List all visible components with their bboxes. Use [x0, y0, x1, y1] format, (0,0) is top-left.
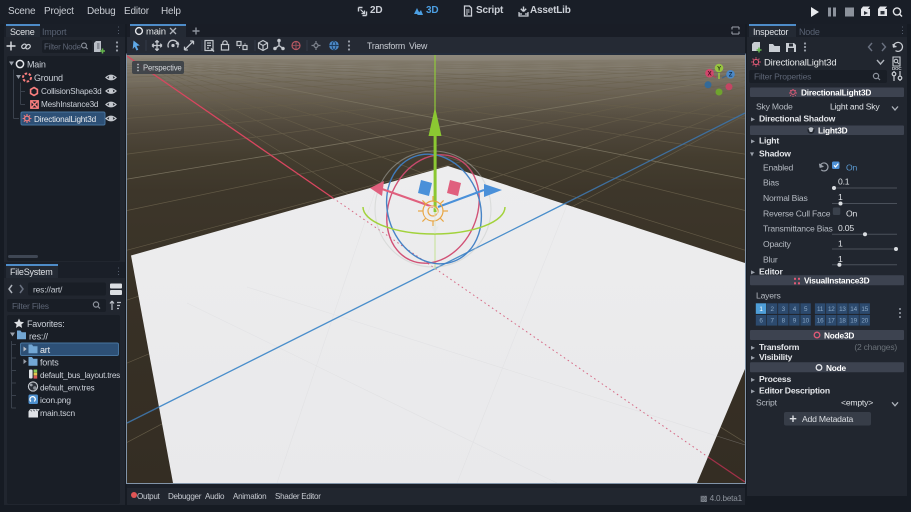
svg-text:On: On [846, 209, 857, 219]
svg-text:17: 17 [828, 318, 835, 325]
svg-text:Blur: Blur [763, 255, 778, 265]
svg-text:Perspective: Perspective [143, 64, 182, 73]
svg-text:▸: ▸ [751, 137, 755, 146]
svg-text:▸: ▸ [751, 343, 755, 352]
svg-text:DirectionalLight3d: DirectionalLight3d [764, 58, 836, 69]
svg-text:16: 16 [817, 318, 824, 325]
svg-text:Filter Properties: Filter Properties [754, 72, 811, 82]
svg-text:Z: Z [729, 73, 733, 79]
svg-text:▸: ▸ [751, 268, 755, 277]
svg-text:▾: ▾ [750, 150, 754, 159]
svg-text:Editor Description: Editor Description [759, 385, 830, 395]
svg-text:▸: ▸ [751, 386, 755, 395]
svg-text:Normal Bias: Normal Bias [763, 193, 808, 203]
svg-text:Y: Y [717, 66, 721, 72]
svg-text:Enabled: Enabled [763, 163, 794, 173]
svg-text:15: 15 [861, 306, 868, 313]
svg-text:Transform: Transform [759, 342, 800, 352]
svg-text:14: 14 [850, 306, 857, 313]
svg-text:DirectionalLight3D: DirectionalLight3D [801, 87, 871, 97]
svg-text:Script: Script [756, 397, 778, 407]
svg-text:Editor: Editor [759, 267, 783, 277]
svg-text:10: 10 [802, 318, 809, 325]
svg-text:View: View [409, 41, 428, 51]
svg-text:19: 19 [850, 318, 857, 325]
svg-text:fonts: fonts [40, 358, 59, 368]
svg-text:Node: Node [826, 363, 847, 373]
svg-text:icon.png: icon.png [40, 395, 71, 405]
svg-text:(2 changes): (2 changes) [854, 342, 897, 352]
svg-text:1: 1 [838, 254, 843, 264]
svg-text:Add Metadata: Add Metadata [802, 414, 854, 424]
svg-text:DOC: DOC [892, 66, 902, 71]
svg-text:Shadow: Shadow [759, 149, 791, 159]
svg-text:main.tscn: main.tscn [40, 408, 75, 418]
svg-text:11: 11 [817, 306, 824, 313]
svg-text:12: 12 [828, 306, 835, 313]
svg-text:main: main [146, 27, 166, 38]
svg-text:▸: ▸ [751, 353, 755, 362]
svg-text:Node3D: Node3D [824, 330, 854, 340]
svg-text:default_env.tres: default_env.tres [40, 384, 95, 393]
svg-text:0.05: 0.05 [838, 223, 854, 233]
svg-text:▸: ▸ [751, 375, 755, 384]
svg-text:Light: Light [759, 136, 779, 146]
svg-text:20: 20 [861, 318, 868, 325]
svg-text:<empty>: <empty> [841, 397, 873, 407]
svg-text:Visibility: Visibility [759, 352, 793, 362]
svg-text:Process: Process [759, 374, 791, 384]
svg-text:Layers: Layers [756, 290, 781, 300]
svg-text:Bias: Bias [763, 178, 779, 188]
svg-text:DirectionalLight3d: DirectionalLight3d [34, 115, 97, 124]
svg-text:Favorites:: Favorites: [27, 319, 65, 329]
svg-text:1: 1 [838, 192, 843, 202]
svg-text:Filter Files: Filter Files [12, 301, 49, 311]
svg-text:res://art/: res://art/ [33, 285, 63, 295]
svg-text:MeshInstance3d: MeshInstance3d [41, 100, 99, 109]
svg-text:Sky Mode: Sky Mode [756, 102, 793, 112]
svg-text:Directional Shadow: Directional Shadow [759, 114, 836, 124]
svg-text:13: 13 [839, 306, 846, 313]
svg-text:▸: ▸ [751, 115, 755, 124]
svg-text:Transmittance Bias: Transmittance Bias [763, 224, 833, 234]
svg-text:art: art [40, 345, 51, 355]
svg-text:On: On [846, 163, 857, 173]
svg-text:18: 18 [839, 318, 846, 325]
svg-text:CollisionShape3d: CollisionShape3d [41, 87, 102, 96]
svg-text:res://: res:// [29, 332, 49, 342]
svg-text:Filter Node: Filter Node [44, 43, 82, 52]
svg-text:Main: Main [27, 60, 46, 70]
svg-text:0.1: 0.1 [838, 177, 850, 187]
svg-text:Transform: Transform [367, 41, 405, 51]
svg-text:Light and Sky: Light and Sky [830, 102, 880, 112]
svg-text:X: X [708, 72, 712, 78]
svg-text:Opacity: Opacity [763, 239, 792, 249]
svg-text:1: 1 [838, 238, 843, 248]
svg-text:default_bus_layout.tres: default_bus_layout.tres [40, 371, 120, 380]
svg-text:VisualInstance3D: VisualInstance3D [804, 276, 870, 286]
svg-text:Ground: Ground [34, 73, 63, 83]
svg-text:Light3D: Light3D [818, 125, 848, 135]
svg-text:Reverse Cull Face: Reverse Cull Face [763, 209, 831, 219]
